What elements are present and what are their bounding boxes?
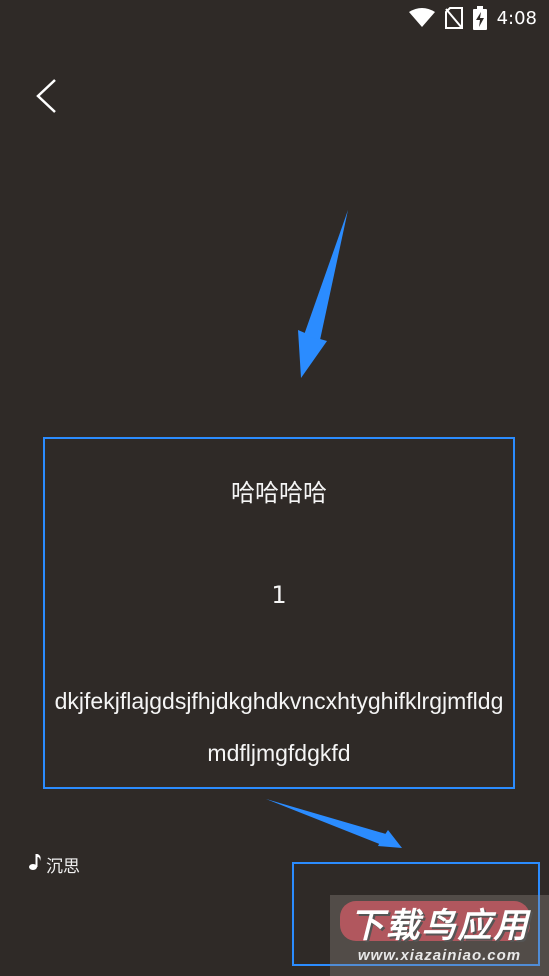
watermark-url: www.xiazainiao.com bbox=[357, 946, 522, 964]
status-bar: 4:08 bbox=[0, 0, 549, 36]
chevron-left-icon bbox=[35, 78, 57, 118]
music-note-icon bbox=[28, 853, 42, 876]
card-body-text: dkjfekjflajgdsjfhjdkghdkvncxhtyghifklrgj… bbox=[54, 688, 504, 766]
wifi-icon bbox=[408, 8, 435, 28]
watermark-logo: 下载鸟应用 www.xiazainiao.com bbox=[330, 895, 549, 976]
battery-charging-icon bbox=[472, 6, 487, 30]
watermark-title: 下载鸟应用 bbox=[349, 905, 530, 946]
back-button[interactable] bbox=[26, 76, 66, 120]
music-tag[interactable]: 沉思 bbox=[28, 852, 80, 877]
status-time: 4:08 bbox=[496, 7, 537, 29]
arrow-down-annotation bbox=[298, 210, 348, 378]
quote-card: 哈哈哈哈 1 dkjfekjflajgdsjfhjdkghdkvncxhtygh… bbox=[43, 437, 515, 789]
card-number: 1 bbox=[271, 581, 287, 609]
arrow-right-annotation bbox=[266, 799, 402, 848]
music-label: 沉思 bbox=[46, 857, 80, 877]
no-sim-icon bbox=[444, 7, 463, 29]
card-title: 哈哈哈哈 bbox=[231, 479, 327, 507]
